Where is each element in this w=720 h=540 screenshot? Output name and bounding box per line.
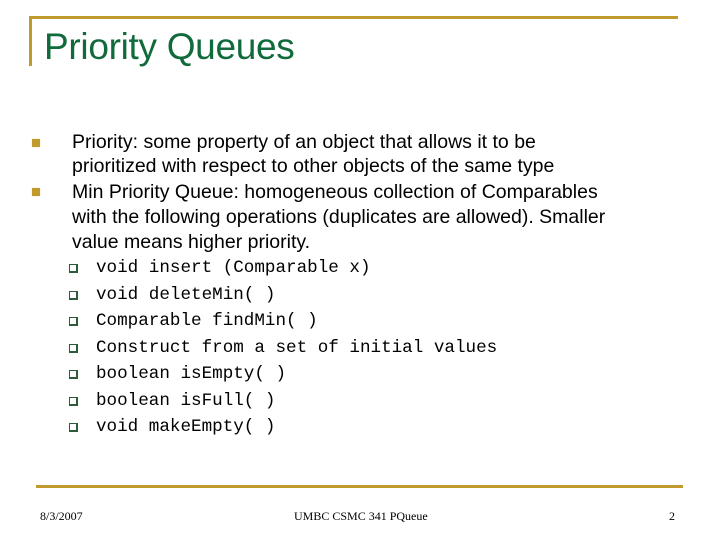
- slide: Priority Queues Priority: some property …: [0, 0, 720, 540]
- bullet-2-line-2: with the following operations (duplicate…: [72, 206, 606, 228]
- hollow-square-bullet-icon: [69, 423, 78, 432]
- bullet-2-line-1: Min Priority Queue: homogeneous collecti…: [72, 181, 598, 203]
- sub-bullet-is-full: boolean isFull( ): [96, 391, 276, 411]
- hollow-square-bullet-icon: [69, 344, 78, 353]
- slide-title: Priority Queues: [44, 26, 295, 67]
- footer-title: UMBC CSMC 341 PQueue: [294, 509, 428, 523]
- sub-bullet-construct: Construct from a set of initial values: [96, 338, 498, 358]
- footer-rule: [36, 485, 683, 488]
- hollow-square-bullet-icon: [69, 370, 78, 379]
- bullet-1-line-1: Priority: some property of an object tha…: [72, 131, 536, 153]
- footer-date: 8/3/2007: [40, 509, 83, 523]
- title-frame-top-rule: [29, 16, 678, 19]
- sub-bullet-find-min: Comparable findMin( ): [96, 311, 318, 331]
- bullet-1-line-2: prioritized with respect to other object…: [72, 155, 555, 177]
- sub-bullet-delete-min: void deleteMin( ): [96, 285, 276, 305]
- hollow-square-bullet-icon: [69, 317, 78, 326]
- page-number: 2: [669, 509, 675, 523]
- hollow-square-bullet-icon: [69, 291, 78, 300]
- filled-square-bullet-icon: [32, 188, 40, 196]
- hollow-square-bullet-icon: [69, 264, 78, 273]
- hollow-square-bullet-icon: [69, 397, 78, 406]
- bullet-2-line-3: value means higher priority.: [72, 231, 311, 253]
- filled-square-bullet-icon: [32, 139, 40, 147]
- title-frame-left-rule: [29, 16, 32, 66]
- sub-bullet-make-empty: void makeEmpty( ): [96, 417, 276, 437]
- sub-bullet-insert: void insert (Comparable x): [96, 258, 371, 278]
- sub-bullet-is-empty: boolean isEmpty( ): [96, 364, 287, 384]
